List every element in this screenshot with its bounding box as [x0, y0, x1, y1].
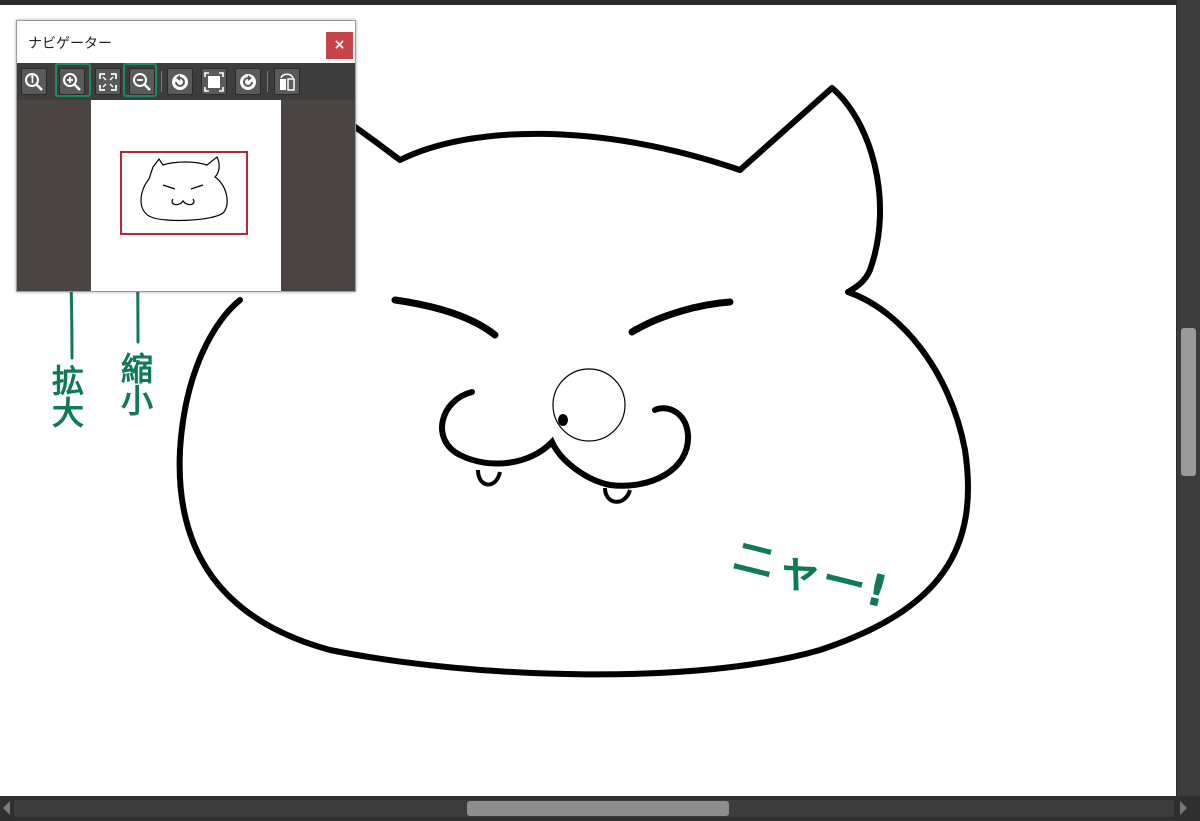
close-button[interactable]: ×: [326, 32, 353, 59]
scroll-left-arrow-icon[interactable]: [3, 801, 10, 815]
rotate-left-button[interactable]: [167, 68, 193, 95]
horizontal-scroll-thumb[interactable]: [467, 801, 729, 816]
frame-icon: [204, 72, 224, 92]
vertical-scroll-thumb[interactable]: [1181, 328, 1196, 476]
navigator-preview[interactable]: [17, 100, 355, 291]
fit-canvas-button[interactable]: [201, 68, 227, 95]
toolbar-separator: [267, 71, 268, 92]
rotate-cw-icon: [240, 74, 256, 90]
magnifier-one-icon: [25, 73, 43, 91]
scroll-right-arrow-icon[interactable]: [1180, 801, 1187, 815]
horizontal-scrollbar[interactable]: [0, 796, 1200, 821]
vertical-scrollbar[interactable]: [1177, 0, 1200, 796]
flip-icon: [280, 73, 295, 91]
actual-size-button[interactable]: [21, 68, 47, 95]
zoom-in-highlight: [55, 63, 91, 97]
zoom-out-highlight: [123, 63, 157, 97]
navigator-titlebar[interactable]: ナビゲーター ×: [17, 21, 355, 63]
flip-horizontal-button[interactable]: [274, 68, 300, 95]
rotate-right-button[interactable]: [235, 68, 261, 95]
visible-area-rectangle[interactable]: [120, 151, 248, 235]
zoom-out-annotation: 縮小: [116, 352, 154, 416]
zoom-in-annotation: 拡大: [47, 364, 85, 428]
toolbar-separator: [161, 71, 162, 92]
navigator-title: ナビゲーター: [28, 36, 112, 52]
fit-to-window-button[interactable]: [95, 68, 121, 95]
navigator-panel: ナビゲーター ×: [16, 20, 356, 292]
rotate-ccw-icon: [172, 74, 188, 90]
fit-screen-icon: [99, 73, 117, 91]
preview-canvas[interactable]: [91, 100, 281, 291]
